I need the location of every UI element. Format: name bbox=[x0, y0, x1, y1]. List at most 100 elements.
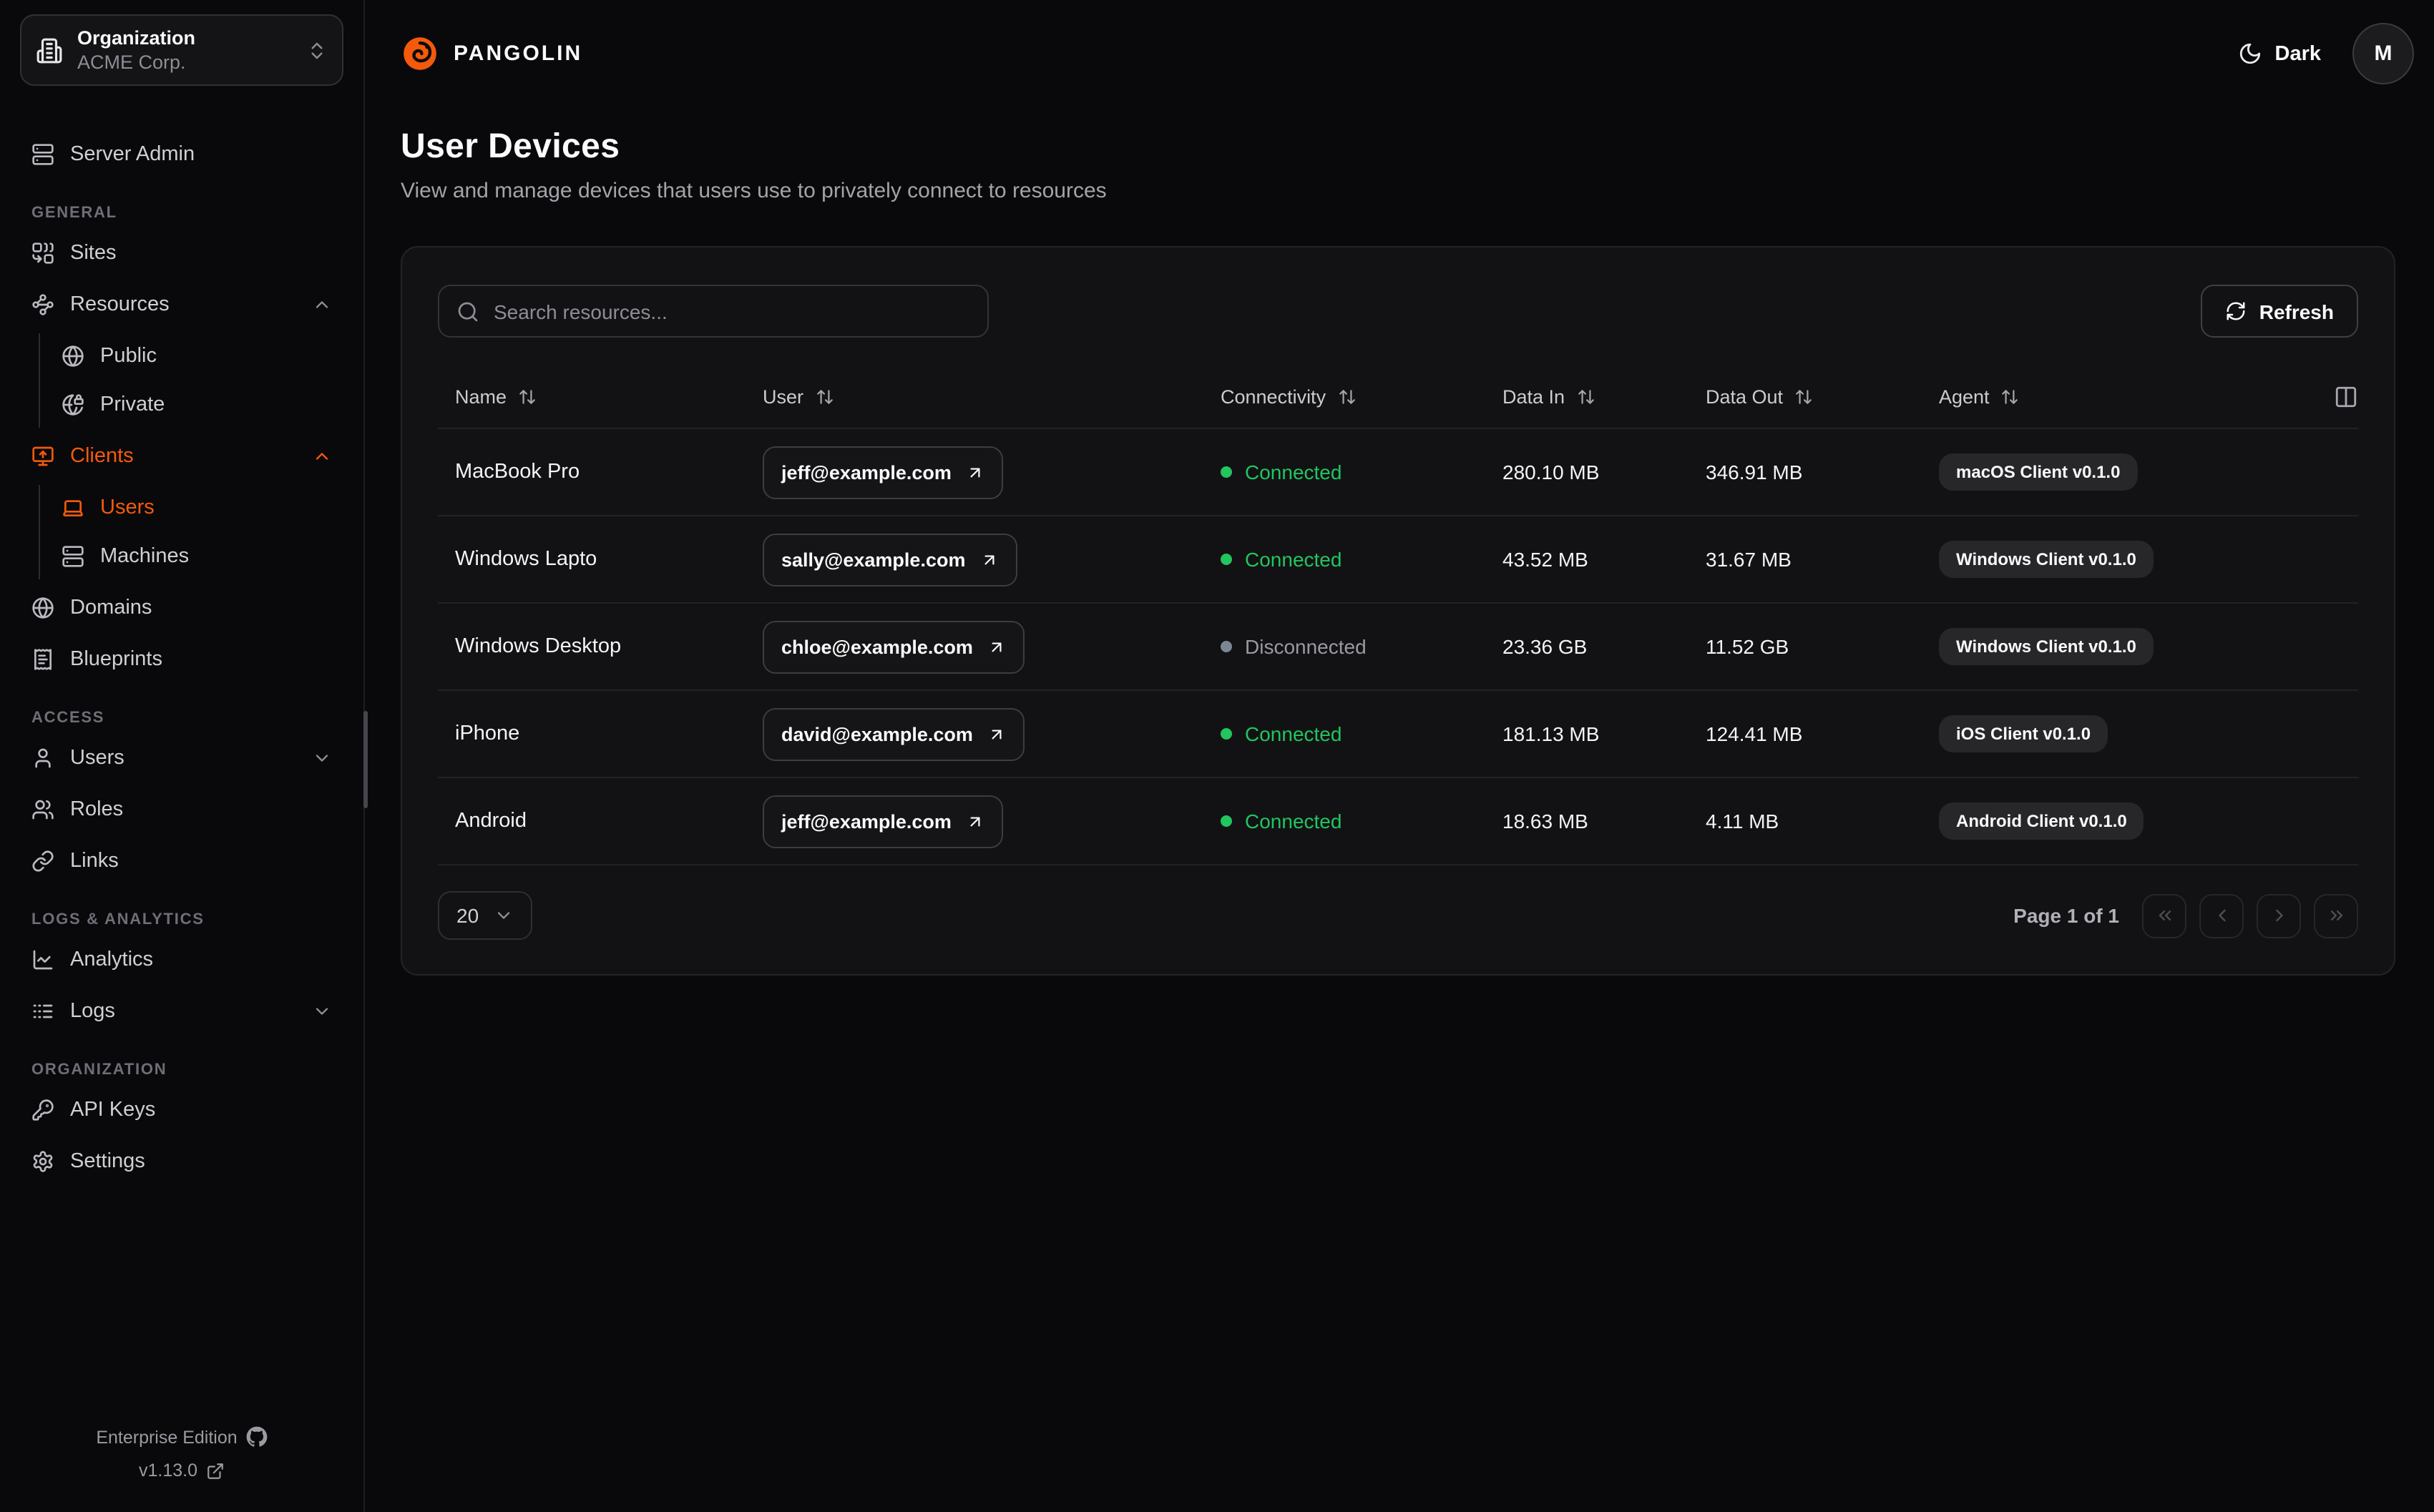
device-name: Windows Lapto bbox=[455, 548, 597, 571]
connectivity-status: Disconnected bbox=[1203, 635, 1485, 658]
sidebar-item-links[interactable]: Links bbox=[20, 838, 343, 884]
brand[interactable]: PANGOLIN bbox=[401, 34, 582, 73]
data-in-value: 23.36 GB bbox=[1502, 635, 1588, 658]
pagination: 20 Page 1 of 1 bbox=[438, 891, 2358, 940]
connectivity-status: Connected bbox=[1203, 461, 1485, 483]
sidebar-item-client-users[interactable]: Users bbox=[50, 485, 343, 531]
table-row: Android jeff@example.com Connected 18.63… bbox=[438, 778, 2358, 865]
sidebar-item-analytics[interactable]: Analytics bbox=[20, 937, 343, 983]
column-header-data-in[interactable]: Data In bbox=[1485, 386, 1688, 408]
column-visibility-icon[interactable] bbox=[2318, 385, 2358, 409]
brand-name: PANGOLIN bbox=[454, 41, 583, 66]
first-page-button[interactable] bbox=[2142, 893, 2186, 938]
sidebar-item-domains[interactable]: Domains bbox=[20, 585, 343, 631]
version-link[interactable]: v1.13.0 bbox=[20, 1461, 343, 1481]
chevron-down-icon bbox=[312, 1001, 332, 1021]
sidebar-item-api-keys[interactable]: API Keys bbox=[20, 1087, 343, 1133]
user-icon bbox=[31, 747, 54, 770]
sidebar-item-public[interactable]: Public bbox=[50, 333, 343, 379]
table-row: MacBook Pro jeff@example.com Connected 2… bbox=[438, 429, 2358, 516]
sort-icon bbox=[1576, 388, 1595, 406]
sidebar-item-label: Machines bbox=[100, 545, 190, 568]
column-header-connectivity[interactable]: Connectivity bbox=[1203, 386, 1485, 408]
clients-subtree: Users Machines bbox=[20, 482, 343, 582]
sidebar-item-label: Logs bbox=[70, 1000, 115, 1023]
user-link-button[interactable]: david@example.com bbox=[763, 707, 1025, 760]
data-out-value: 346.91 MB bbox=[1706, 461, 1803, 483]
last-page-button[interactable] bbox=[2314, 893, 2358, 938]
page-subtitle: View and manage devices that users use t… bbox=[401, 179, 1107, 203]
sidebar-scrollbar[interactable] bbox=[363, 711, 368, 808]
agent-badge: iOS Client v0.1.0 bbox=[1939, 715, 2108, 752]
user-link-button[interactable]: jeff@example.com bbox=[763, 795, 1003, 848]
agent-badge: Windows Client v0.1.0 bbox=[1939, 541, 2154, 578]
sidebar-item-logs[interactable]: Logs bbox=[20, 988, 343, 1034]
sidebar-item-roles[interactable]: Roles bbox=[20, 787, 343, 833]
sidebar-item-private[interactable]: Private bbox=[50, 382, 343, 428]
sidebar-item-users[interactable]: Users bbox=[20, 735, 343, 781]
arrow-up-right-icon bbox=[979, 550, 998, 569]
sidebar-item-sites[interactable]: Sites bbox=[20, 230, 343, 276]
page-size-select[interactable]: 20 bbox=[438, 891, 532, 940]
external-link-icon bbox=[206, 1461, 225, 1480]
org-switcher[interactable]: Organization ACME Corp. bbox=[20, 14, 343, 86]
user-link-button[interactable]: sally@example.com bbox=[763, 533, 1017, 586]
data-out-value: 4.11 MB bbox=[1706, 810, 1779, 833]
version-label: v1.13.0 bbox=[138, 1461, 197, 1481]
next-page-button[interactable] bbox=[2257, 893, 2301, 938]
column-header-agent[interactable]: Agent bbox=[1922, 386, 2318, 408]
sort-icon bbox=[815, 388, 834, 406]
sidebar-footer: Enterprise Edition v1.13.0 bbox=[20, 1413, 343, 1492]
page-indicator: Page 1 of 1 bbox=[2013, 904, 2119, 927]
key-icon bbox=[31, 1099, 54, 1121]
chevrons-up-down-icon bbox=[306, 39, 328, 61]
moon-icon bbox=[2238, 41, 2262, 66]
chevron-up-icon bbox=[312, 295, 332, 315]
column-header-user[interactable]: User bbox=[746, 386, 1203, 408]
column-header-data-out[interactable]: Data Out bbox=[1688, 386, 1922, 408]
sidebar-item-server-admin[interactable]: Server Admin bbox=[20, 132, 343, 177]
prev-page-button[interactable] bbox=[2199, 893, 2244, 938]
status-dot bbox=[1221, 641, 1232, 652]
avatar-initial: M bbox=[2374, 41, 2393, 66]
status-dot bbox=[1221, 466, 1232, 478]
sidebar-item-label: Domains bbox=[70, 597, 152, 619]
table-row: Windows Desktop chloe@example.com Discon… bbox=[438, 604, 2358, 691]
edition-label: Enterprise Edition bbox=[96, 1427, 238, 1447]
arrow-up-right-icon bbox=[966, 463, 984, 481]
page-title: User Devices bbox=[401, 127, 620, 166]
sidebar-item-label: Sites bbox=[70, 242, 117, 265]
avatar[interactable]: M bbox=[2352, 23, 2414, 84]
main-area: PANGOLIN Dark M User Devices View and ma… bbox=[365, 0, 2434, 1512]
sidebar-item-resources[interactable]: Resources bbox=[20, 282, 343, 328]
sidebar-item-label: Roles bbox=[70, 798, 124, 821]
theme-toggle-label: Dark bbox=[2274, 42, 2322, 65]
users-icon bbox=[31, 798, 54, 821]
sidebar-item-blueprints[interactable]: Blueprints bbox=[20, 637, 343, 682]
sort-icon bbox=[1794, 388, 1813, 406]
server-icon bbox=[31, 143, 54, 166]
column-header-name[interactable]: Name bbox=[438, 386, 746, 408]
org-switcher-label: Organization bbox=[77, 27, 196, 49]
refresh-button[interactable]: Refresh bbox=[2200, 285, 2358, 338]
connectivity-status: Connected bbox=[1203, 548, 1485, 571]
sidebar-item-machines[interactable]: Machines bbox=[50, 534, 343, 579]
sidebar-item-settings[interactable]: Settings bbox=[20, 1139, 343, 1184]
agent-badge: macOS Client v0.1.0 bbox=[1939, 453, 2138, 491]
user-link-button[interactable]: jeff@example.com bbox=[763, 446, 1003, 499]
sidebar-item-label: Users bbox=[100, 496, 155, 519]
sidebar-item-label: Resources bbox=[70, 293, 170, 316]
search-input[interactable] bbox=[494, 300, 970, 323]
edition-link[interactable]: Enterprise Edition bbox=[20, 1426, 343, 1448]
connectivity-status: Connected bbox=[1203, 810, 1485, 833]
gear-icon bbox=[31, 1150, 54, 1173]
page-header: User Devices View and manage devices tha… bbox=[365, 107, 2434, 203]
data-out-value: 124.41 MB bbox=[1706, 722, 1803, 745]
user-link-button[interactable]: chloe@example.com bbox=[763, 620, 1025, 673]
theme-toggle[interactable]: Dark bbox=[2238, 41, 2322, 66]
sort-icon bbox=[1337, 388, 1356, 406]
section-label-organization: ORGANIZATION bbox=[31, 1061, 167, 1079]
chart-line-icon bbox=[31, 948, 54, 971]
sidebar-item-clients[interactable]: Clients bbox=[20, 433, 343, 479]
resources-subtree: Public Private bbox=[20, 330, 343, 431]
